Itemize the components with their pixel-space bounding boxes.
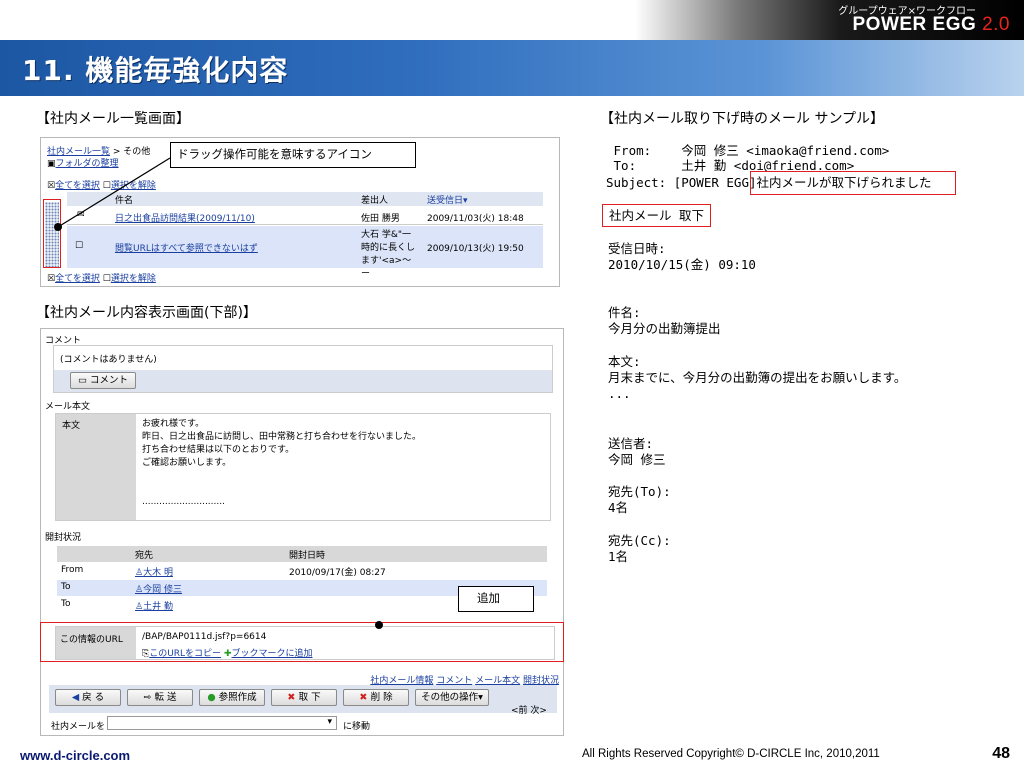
prev-link[interactable]: <前 [511, 706, 528, 716]
cc-value: 1名 [608, 549, 629, 564]
user-icon: ♙ [135, 568, 144, 578]
back-icon: ◀ [71, 692, 83, 703]
comment-button[interactable]: ▭ コメント [70, 372, 136, 389]
callout-dot [375, 621, 383, 629]
body-text: お疲れ様です。 昨日、日之出食品に訪問し、田中常務と打ち合わせを行ないました。 … [142, 419, 422, 507]
reference-icon: ● [207, 692, 219, 703]
body-value-sample: 月末までに、今月分の出勤簿の提出をお願いします。 [608, 370, 907, 385]
subject-highlight [750, 171, 956, 195]
received-label: 受信日時: [608, 241, 666, 256]
dropdown-arrow-icon: ▾ [327, 717, 332, 727]
drag-icon-callout: ドラッグ操作可能を意味するアイコン [170, 142, 416, 168]
mail-from-line: From: 今岡 修三 <imaoka@friend.com> [606, 143, 890, 158]
next-link[interactable]: 次> [530, 706, 547, 716]
title-label: 件名: [608, 305, 641, 320]
move-label: 社内メールを [51, 722, 106, 732]
no-comment-text: (コメントはありません) [60, 355, 157, 365]
withdraw-button[interactable]: ✖ 取 下 [271, 689, 337, 706]
received-value: 2010/10/15(金) 09:10 [608, 257, 756, 272]
cross-icon: ✖ [359, 692, 371, 703]
user-icon: ♙ [135, 602, 144, 612]
comment-icon: ▭ [77, 375, 90, 386]
sender-value: 今岡 修三 [608, 452, 666, 467]
back-button[interactable]: ◀ 戻 る [55, 689, 121, 706]
reference-create-button[interactable]: ● 参照作成 [199, 689, 265, 706]
added-callout: 追加 [458, 586, 534, 612]
forward-icon: ⇨ [143, 692, 155, 703]
footer-site: www.d-circle.com [20, 748, 131, 763]
open-table-header: 宛先 開封日時 [57, 546, 547, 562]
body-label-sample: 本文: [608, 354, 641, 369]
withdraw-badge: 社内メール 取下 [602, 204, 712, 227]
footer-copyright: All Rights Reserved Copyright© D-CIRCLE … [582, 748, 880, 760]
title-value: 今月分の出勤簿提出 [608, 321, 721, 336]
body-ellipsis: ... [608, 386, 631, 401]
sender-label: 送信者: [608, 436, 654, 451]
folder-select[interactable]: ▾ [107, 716, 337, 730]
page-number: 48 [992, 745, 1010, 762]
move-suffix: に移動 [343, 722, 371, 732]
other-actions-button[interactable]: その他の操作▾ [415, 689, 489, 706]
mail-detail-screenshot: コメント (コメントはありません) ▭ コメント メール本文 本文 お疲れ様です… [40, 328, 564, 736]
sample-section-label: 【社内メール取り下げ時のメール サンプル】 [600, 111, 885, 127]
open-status-header: 開封状況 [45, 533, 82, 543]
body-label: 本文 [62, 421, 81, 431]
detail-section-label: 【社内メール内容表示画面(下部)】 [36, 305, 257, 321]
user-icon: ♙ [135, 585, 144, 595]
delete-button[interactable]: ✖ 削 除 [343, 689, 409, 706]
body-header: メール本文 [45, 402, 91, 412]
url-highlight [40, 622, 564, 662]
forward-button[interactable]: ⇨ 転 送 [127, 689, 193, 706]
cross-icon: ✖ [287, 692, 299, 703]
chevron-down-icon: ▾ [478, 692, 483, 703]
cc-label: 宛先(Cc): [608, 533, 671, 548]
to-label: 宛先(To): [608, 484, 671, 499]
table-row: From ♙大木 明 2010/09/17(金) 08:27 [61, 565, 386, 578]
to-value: 4名 [608, 500, 629, 515]
